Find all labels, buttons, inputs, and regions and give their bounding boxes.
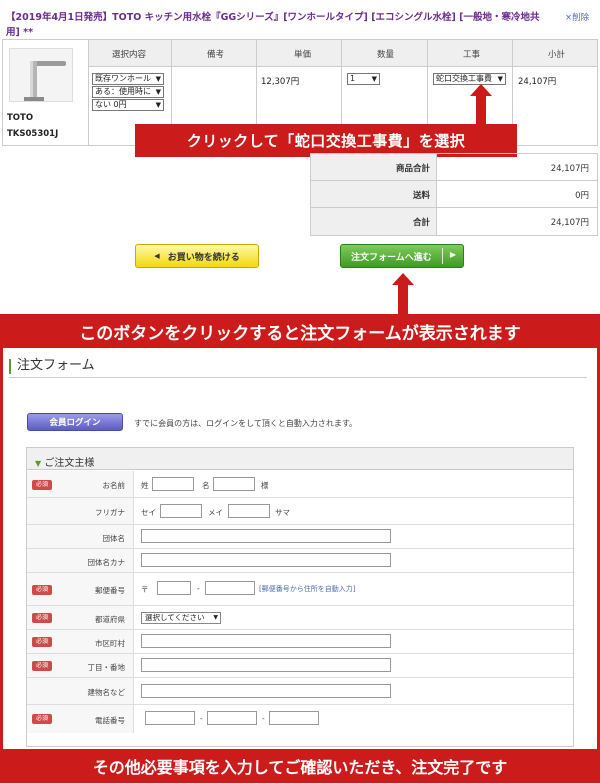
- header-selection: 選択内容: [112, 50, 147, 60]
- city-input[interactable]: [141, 634, 391, 648]
- member-login-button[interactable]: 会員ログイン: [27, 413, 123, 431]
- prefecture-select[interactable]: 選択してください ▼: [141, 612, 221, 624]
- form-row-building: 建物名など: [27, 678, 573, 705]
- cart-header-row: 選択内容 備考 単価 数量 工事 小計: [89, 40, 597, 67]
- callout-bottom: その他必要事項を入力してご確認いただき、注文完了です: [0, 749, 600, 783]
- chevron-down-icon: ▼: [155, 88, 161, 96]
- totals-table: 商品合計 24,107円 送料 0円 合計 24,107円: [310, 153, 598, 236]
- arrow-up-icon: [470, 84, 492, 96]
- phone-first-input[interactable]: [145, 711, 195, 725]
- phone-third-input[interactable]: [269, 711, 319, 725]
- postal-code-second-input[interactable]: [205, 581, 255, 595]
- required-badge: 必須: [32, 637, 52, 647]
- continue-shopping-button[interactable]: ◀ お買い物を続ける: [135, 244, 259, 268]
- form-row-org-kana: 団体名カナ: [27, 549, 573, 573]
- postal-autofill-link[interactable]: [郵便番号から住所を自動入力]: [259, 584, 355, 594]
- required-badge: 必須: [32, 661, 52, 671]
- option-select-none[interactable]: ない 0円 ▼: [92, 99, 164, 111]
- header-construction: 工事: [463, 50, 481, 60]
- form-row-name: 必須 お名前 姓 名 様: [27, 471, 573, 498]
- form-row-furigana: フリガナ セイ メイ サマ: [27, 498, 573, 525]
- form-row-city: 必須 市区町村: [27, 630, 573, 654]
- last-name-input[interactable]: [152, 477, 194, 491]
- subtotal: 24,107円: [518, 77, 557, 87]
- arrow-up-icon: [398, 283, 408, 315]
- required-badge: 必須: [32, 714, 52, 724]
- totals-row-total: 合計 24,107円: [311, 208, 597, 235]
- option-select-existing[interactable]: 既存ワンホール ▼: [92, 73, 164, 85]
- totals-row-goods: 商品合計 24,107円: [311, 154, 597, 181]
- chevron-left-icon: ◀: [154, 252, 160, 260]
- section-header: ▼ ご注文主様: [27, 448, 573, 470]
- last-name-kana-input[interactable]: [160, 504, 202, 518]
- arrow-up-icon: [392, 273, 414, 285]
- arrow-up-icon: [476, 94, 486, 124]
- chevron-down-icon: ▼: [155, 75, 161, 83]
- form-row-street: 必須 丁目・番地: [27, 654, 573, 678]
- required-badge: 必須: [32, 613, 52, 623]
- building-input[interactable]: [141, 684, 391, 698]
- header-remarks: 備考: [207, 50, 225, 60]
- chevron-down-icon: ▼: [213, 614, 218, 621]
- order-form-button[interactable]: 注文フォームへ進む ▶: [340, 244, 464, 268]
- org-input[interactable]: [141, 529, 391, 543]
- chevron-down-icon: ▼: [497, 75, 503, 83]
- chevron-down-icon: ▼: [155, 101, 161, 109]
- form-row-prefecture: 必須 都道府県 選択してください ▼: [27, 606, 573, 630]
- unit-price: 12,307円: [261, 77, 300, 87]
- form-row-phone: 必須 電話番号 - -: [27, 705, 573, 733]
- login-note: すでに会員の方は、ログインをして頂くと自動入力されます。: [134, 419, 358, 428]
- quantity-select[interactable]: 1 ▼: [347, 73, 380, 85]
- chevron-down-icon: ▼: [371, 75, 377, 83]
- phone-second-input[interactable]: [207, 711, 257, 725]
- form-row-org: 団体名: [27, 525, 573, 549]
- first-name-input[interactable]: [213, 477, 255, 491]
- product-name: TOTO TKS05301J: [7, 113, 59, 139]
- required-badge: 必須: [32, 585, 52, 595]
- totals-row-shipping: 送料 0円: [311, 181, 597, 208]
- form-heading: 注文フォーム: [9, 356, 587, 378]
- org-kana-input[interactable]: [141, 553, 391, 567]
- product-image-faucet[interactable]: [9, 48, 73, 102]
- header-unit-price: 単価: [294, 50, 312, 60]
- delete-link[interactable]: ×削除: [565, 11, 589, 23]
- callout-order-button: このボタンをクリックすると注文フォームが表示されます: [0, 314, 600, 348]
- first-name-kana-input[interactable]: [228, 504, 270, 518]
- required-badge: 必須: [32, 480, 52, 490]
- header-quantity: 数量: [377, 50, 395, 60]
- form-row-postal: 必須 郵便番号 〒 - [郵便番号から住所を自動入力]: [27, 573, 573, 606]
- header-subtotal: 小計: [548, 50, 566, 60]
- chevron-right-icon: ▶: [449, 250, 456, 259]
- option-select-usage[interactable]: ある：使用時に ▼: [92, 86, 164, 98]
- postal-code-first-input[interactable]: [157, 581, 191, 595]
- triangle-down-icon: ▼: [35, 459, 42, 468]
- product-title: 【2019年4月1日発売】TOTO キッチン用水栓『GGシリーズ』[ワンホールタ…: [6, 12, 540, 38]
- street-input[interactable]: [141, 658, 391, 672]
